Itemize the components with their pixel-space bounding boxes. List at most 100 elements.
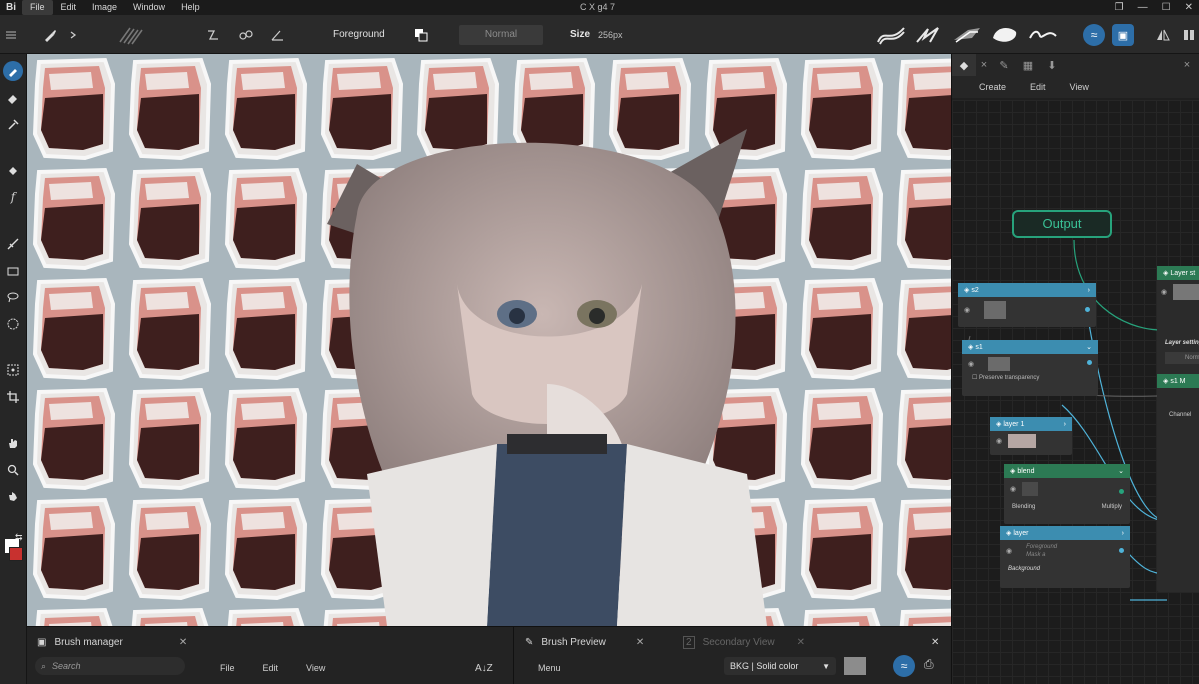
chevron-right-icon[interactable]: › [1064, 421, 1066, 428]
menu-graph-edit[interactable]: Edit [1030, 82, 1046, 92]
fill-bucket-icon[interactable] [3, 161, 23, 181]
bm-menu-edit[interactable]: Edit [263, 663, 279, 673]
eraser-tool-icon[interactable] [3, 88, 23, 108]
blend-mode-select[interactable]: Normal [459, 25, 543, 45]
brush-preset-2-icon[interactable] [914, 24, 944, 46]
stabilizer-icon[interactable] [206, 15, 222, 54]
panel-toggle-icon[interactable] [4, 15, 18, 54]
output-port[interactable] [1119, 489, 1124, 494]
bm-menu-file[interactable]: File [220, 663, 235, 673]
node-s1-header: ◈ s1 ⌄ [962, 340, 1098, 354]
visibility-eye-icon[interactable]: ◉ [1006, 547, 1012, 555]
layer-blend-select[interactable]: Norm [1165, 352, 1199, 364]
chevron-down-icon[interactable]: ⌄ [1086, 343, 1092, 351]
node-layer-1[interactable]: ◈ layer 1 › ◉ [990, 417, 1072, 455]
flip-icon[interactable] [1182, 15, 1196, 54]
menu-file[interactable]: File [22, 0, 53, 15]
node-s1[interactable]: ◈ s1 ⌄ ◉ ☐ Preserve transparency [962, 340, 1098, 396]
output-port[interactable] [1119, 548, 1124, 553]
menu-graph-view[interactable]: View [1070, 82, 1089, 92]
eyedropper-tool-icon[interactable] [3, 114, 23, 134]
size-value[interactable]: 256px [598, 30, 623, 40]
node-graph-canvas[interactable]: Output ◈ s2 › ◉ ◈ s1 ⌄ ◉ ☐ Preserve tran… [952, 100, 1199, 684]
background-mode-select[interactable]: BKG | Solid color ▼ [724, 657, 836, 675]
ellipse-select-icon[interactable] [3, 314, 23, 334]
close-icon[interactable]: ✕ [1185, 0, 1193, 15]
color-source-label[interactable]: Foreground [333, 15, 385, 54]
menu-window[interactable]: Window [125, 0, 173, 15]
restore-icon[interactable]: ❐ [1115, 0, 1124, 15]
brush-manager-tab[interactable]: ▣ Brush manager ✕ [37, 631, 187, 653]
brush-preset-4-icon[interactable] [990, 24, 1020, 46]
visibility-eye-icon[interactable]: ◉ [1010, 486, 1016, 493]
brush-preset-3-icon[interactable] [952, 24, 982, 46]
maximize-icon[interactable]: ☐ [1162, 0, 1171, 15]
brush-icon[interactable] [42, 15, 58, 54]
node-layer-stack[interactable]: ◈ Layer st ◉ Layer setting Norm ◈ s1 M C… [1157, 266, 1199, 592]
crop-tool-icon[interactable] [3, 387, 23, 407]
grid-tab-icon[interactable]: ▦ [1016, 54, 1040, 76]
blending-row[interactable]: Blending Multiply [1004, 500, 1130, 510]
dock-close-icon[interactable]: ✕ [931, 631, 939, 653]
angle-icon[interactable] [270, 15, 286, 54]
brush-search-input[interactable]: ⌕ Search [35, 657, 185, 675]
menu-edit[interactable]: Edit [53, 0, 85, 15]
visibility-eye-icon[interactable]: ◉ [968, 361, 974, 368]
brush-tab-icon[interactable]: ✎ [992, 54, 1016, 76]
bm-menu-view[interactable]: View [306, 663, 325, 673]
size-control[interactable]: Size 256px [570, 15, 623, 54]
close-icon[interactable]: ✕ [636, 637, 644, 648]
panel-close-icon[interactable]: × [1175, 54, 1199, 76]
preserve-transparency-checkbox[interactable]: ☐ Preserve transparency [962, 374, 1098, 381]
hand-tool-icon[interactable] [3, 433, 23, 453]
drawing-canvas[interactable] [27, 54, 951, 626]
menu-help[interactable]: Help [173, 0, 208, 15]
rect-select-icon[interactable] [3, 261, 23, 281]
minimize-icon[interactable]: — [1138, 0, 1148, 15]
visibility-eye-icon[interactable]: ◉ [996, 438, 1002, 445]
brush-preview-tab[interactable]: ✎ Brush Preview ✕ [525, 631, 644, 653]
visibility-eye-icon[interactable]: ◉ [964, 307, 970, 314]
rotate-view-icon[interactable] [3, 486, 23, 506]
menu-image[interactable]: Image [84, 0, 125, 15]
brush-stroke-preview-icon[interactable] [118, 15, 146, 54]
link-icon[interactable] [238, 15, 254, 54]
secondary-view-tab[interactable]: 2 Secondary View ✕ [683, 631, 805, 653]
magic-select-icon[interactable] [3, 360, 23, 380]
brush-preset-5-icon[interactable] [1028, 24, 1058, 46]
mirror-icon[interactable] [1156, 15, 1170, 54]
menu-create[interactable]: Create [979, 82, 1006, 92]
close-tab-icon[interactable]: × [976, 54, 992, 76]
print-icon[interactable]: ⎙ [924, 657, 934, 672]
zoom-tool-icon[interactable] [3, 460, 23, 480]
canvas-mode-icon[interactable]: ▣ [1112, 24, 1134, 46]
function-tool-icon[interactable]: f [3, 187, 23, 207]
brush-preset-1-icon[interactable] [876, 24, 906, 46]
smudge-mode-icon[interactable]: ≈ [1083, 24, 1105, 46]
smudge-preview-icon[interactable]: ≈ [893, 655, 915, 677]
layers-tab-icon[interactable]: ◆ [952, 54, 976, 76]
output-node[interactable]: Output [1012, 210, 1112, 238]
transform-tool-icon[interactable] [3, 234, 23, 254]
lasso-select-icon[interactable] [3, 287, 23, 307]
chevron-right-icon[interactable]: › [1088, 287, 1090, 294]
node-blend[interactable]: ◈ blend ⌄ ◉ Blending Multiply [1004, 464, 1130, 524]
brush-tool-icon[interactable] [3, 61, 23, 81]
chevron-right-icon[interactable]: › [1122, 530, 1124, 537]
blending-value[interactable]: Multiply [1102, 504, 1122, 510]
output-port[interactable] [1087, 360, 1092, 365]
fg-bg-swap-icon[interactable] [414, 15, 428, 54]
brush-preview-menu[interactable]: Menu [538, 657, 561, 679]
close-icon[interactable]: ✕ [179, 637, 187, 648]
close-icon[interactable]: ✕ [797, 637, 805, 648]
visibility-eye-icon[interactable]: ◉ [1161, 289, 1167, 296]
node-s2[interactable]: ◈ s2 › ◉ [958, 283, 1096, 327]
foreground-color-swatch[interactable] [9, 547, 23, 561]
chevron-down-icon[interactable]: ⌄ [1118, 467, 1124, 475]
preview-background-swatch[interactable] [844, 657, 866, 675]
output-port[interactable] [1085, 307, 1090, 312]
chevron-right-icon[interactable] [68, 15, 78, 54]
filter-tab-icon[interactable]: ⬇ [1040, 54, 1064, 76]
node-layer[interactable]: ◈ layer › ◉ Foreground Mask a Background [1000, 526, 1130, 588]
sort-icon[interactable]: A↓Z [475, 657, 493, 679]
